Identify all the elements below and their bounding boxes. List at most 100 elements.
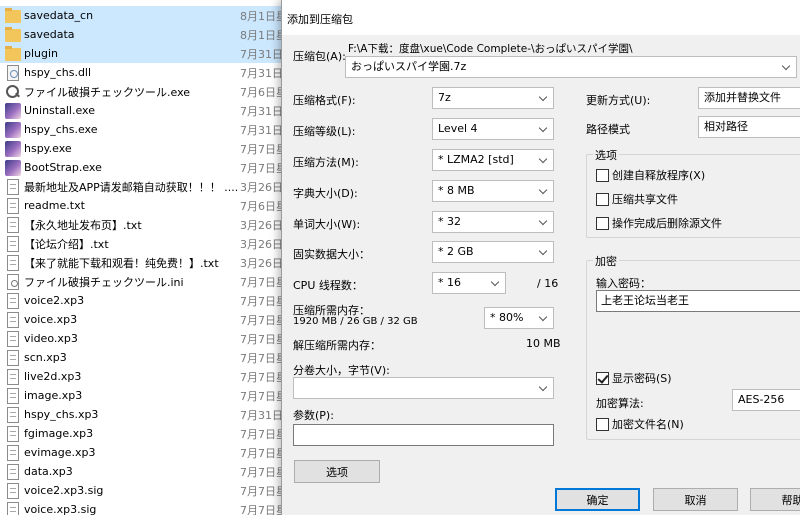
file-row[interactable]: 【来了就能下载和观看！纯免费！】.txt 3月26日: [0, 253, 285, 272]
split-volume-combo[interactable]: [293, 377, 554, 399]
format-select[interactable]: 7z: [432, 87, 554, 109]
file-icon: [7, 368, 19, 385]
method-label: 压缩方法(M):: [293, 156, 359, 169]
chevron-down-icon[interactable]: [539, 119, 549, 139]
file-row[interactable]: voice2.xp3.sig 7月7日星: [0, 481, 285, 500]
file-row[interactable]: scn.xp3 7月7日星: [0, 348, 285, 367]
update-mode-select[interactable]: 添加并替换文件: [698, 87, 800, 109]
file-date: 7月7日星: [240, 161, 285, 175]
encrypt-names-checkbox[interactable]: 加密文件名(N): [596, 416, 684, 432]
file-date: 7月31日: [240, 104, 283, 118]
word-size-value: * 32: [438, 215, 461, 228]
chevron-down-icon[interactable]: [539, 88, 549, 108]
compress-shared-checkbox[interactable]: 压缩共享文件: [596, 191, 678, 207]
encryption-method-value: AES-256: [738, 393, 785, 406]
file-date: 3月26日: [240, 256, 283, 270]
file-row[interactable]: voice2.xp3 7月7日星: [0, 291, 285, 310]
parameters-input[interactable]: [293, 424, 554, 446]
file-row[interactable]: evimage.xp3 7月7日星: [0, 443, 285, 462]
compress-shared-label: 压缩共享文件: [612, 193, 678, 206]
delete-after-checkbox[interactable]: 操作完成后删除源文件: [596, 215, 722, 231]
file-row[interactable]: hspy_chs.exe 7月31日: [0, 120, 285, 139]
help-button[interactable]: 帮助: [750, 488, 800, 511]
chevron-down-icon[interactable]: [491, 273, 501, 293]
file-row[interactable]: fgimage.xp3 7月7日星: [0, 424, 285, 443]
file-row[interactable]: voice.xp3 7月7日星: [0, 310, 285, 329]
level-value: Level 4: [438, 122, 478, 135]
file-row[interactable]: 【永久地址发布页】.txt 3月26日: [0, 215, 285, 234]
file-row[interactable]: hspy_chs.dll 7月31日: [0, 63, 285, 82]
file-row[interactable]: plugin 7月31日: [0, 44, 285, 63]
file-name: ファイル破損チェックツール.ini: [24, 275, 184, 289]
file-row[interactable]: live2d.xp3 7月7日星: [0, 367, 285, 386]
text-file-icon: [7, 197, 19, 214]
solid-size-select[interactable]: * 2 GB: [432, 241, 554, 263]
encryption-method-select[interactable]: AES-256: [732, 389, 800, 411]
file-row[interactable]: 【论坛介绍】.txt 3月26日: [0, 234, 285, 253]
file-row[interactable]: ファイル破損チェックツール.exe 7月6日星: [0, 82, 285, 101]
file-name: video.xp3: [24, 332, 78, 345]
solid-size-label: 固实数据大小：: [293, 248, 370, 261]
file-row[interactable]: savedata 8月1日星: [0, 25, 285, 44]
magnifier-icon: [5, 84, 21, 100]
dll-file-icon: [7, 64, 19, 81]
file-date: 7月7日星: [240, 427, 285, 441]
file-row[interactable]: hspy_chs.xp3 7月31日: [0, 405, 285, 424]
path-mode-select[interactable]: 相对路径: [698, 116, 800, 138]
file-icon: [7, 425, 19, 442]
file-name: voice2.xp3: [24, 294, 85, 307]
cpu-threads-select[interactable]: * 16: [432, 272, 506, 294]
create-sfx-checkbox[interactable]: 创建自释放程序(X): [596, 167, 705, 183]
file-row[interactable]: 最新地址及APP请发邮箱自动获取！！！ .... 3月26日: [0, 177, 285, 196]
options-button[interactable]: 选项: [294, 460, 380, 483]
app-icon: [5, 140, 21, 157]
chevron-down-icon[interactable]: [539, 181, 549, 201]
chevron-down-icon[interactable]: [539, 242, 549, 262]
file-row[interactable]: data.xp3 7月7日星: [0, 462, 285, 481]
file-row[interactable]: image.xp3 7月7日星: [0, 386, 285, 405]
file-row[interactable]: BootStrap.exe 7月7日星: [0, 158, 285, 177]
chevron-down-icon[interactable]: [539, 150, 549, 170]
file-row[interactable]: voice.xp3.sig 7月7日星: [0, 500, 285, 515]
chevron-down-icon[interactable]: [539, 308, 549, 328]
encrypt-names-box[interactable]: [596, 417, 609, 431]
delete-after-box[interactable]: [596, 216, 609, 230]
chevron-down-icon[interactable]: [539, 212, 549, 232]
file-row[interactable]: readme.txt 7月6日星: [0, 196, 285, 215]
dialog-titlebar[interactable]: 添加到压缩包: [282, 0, 800, 35]
dictionary-select[interactable]: * 8 MB: [432, 180, 554, 202]
word-size-select[interactable]: * 32: [432, 211, 554, 233]
folder-icon: [5, 46, 21, 61]
file-date: 8月1日星: [240, 28, 285, 42]
update-mode-label: 更新方式(U):: [586, 94, 651, 107]
text-file-icon: [7, 178, 19, 195]
file-icon: [7, 482, 19, 499]
file-row[interactable]: hspy.exe 7月7日星: [0, 139, 285, 158]
archive-name-combo[interactable]: おっぱいスパイ学園.7z: [345, 56, 797, 78]
file-name: plugin: [24, 47, 59, 60]
decompress-memory-label: 解压缩所需内存：: [293, 339, 381, 352]
text-file-icon: [7, 235, 19, 252]
show-password-box[interactable]: [596, 371, 609, 385]
file-row[interactable]: Uninstall.exe 7月31日: [0, 101, 285, 120]
ok-button[interactable]: 确定: [555, 488, 640, 511]
file-row[interactable]: savedata_cn 8月1日星: [0, 6, 285, 25]
password-input[interactable]: 上老王论坛当老王: [596, 290, 800, 312]
file-icon: [7, 387, 19, 404]
file-row[interactable]: video.xp3 7月7日星: [0, 329, 285, 348]
create-sfx-box[interactable]: [596, 168, 609, 182]
decompress-memory-value: 10 MB: [526, 337, 561, 350]
chevron-down-icon[interactable]: [539, 378, 549, 398]
file-date: 7月6日星: [240, 85, 285, 99]
memory-usage-select[interactable]: * 80%: [484, 307, 554, 329]
level-select[interactable]: Level 4: [432, 118, 554, 140]
cancel-button[interactable]: 取消: [653, 488, 738, 511]
file-row[interactable]: ファイル破損チェックツール.ini 7月7日星: [0, 272, 285, 291]
method-select[interactable]: * LZMA2 [std]: [432, 149, 554, 171]
chevron-down-icon[interactable]: [782, 57, 792, 77]
file-icon: [7, 292, 19, 309]
file-date: 7月7日星: [240, 389, 285, 403]
dialog-title: 添加到压缩包: [287, 13, 353, 26]
compress-shared-box[interactable]: [596, 192, 609, 206]
show-password-checkbox[interactable]: 显示密码(S): [596, 370, 672, 386]
